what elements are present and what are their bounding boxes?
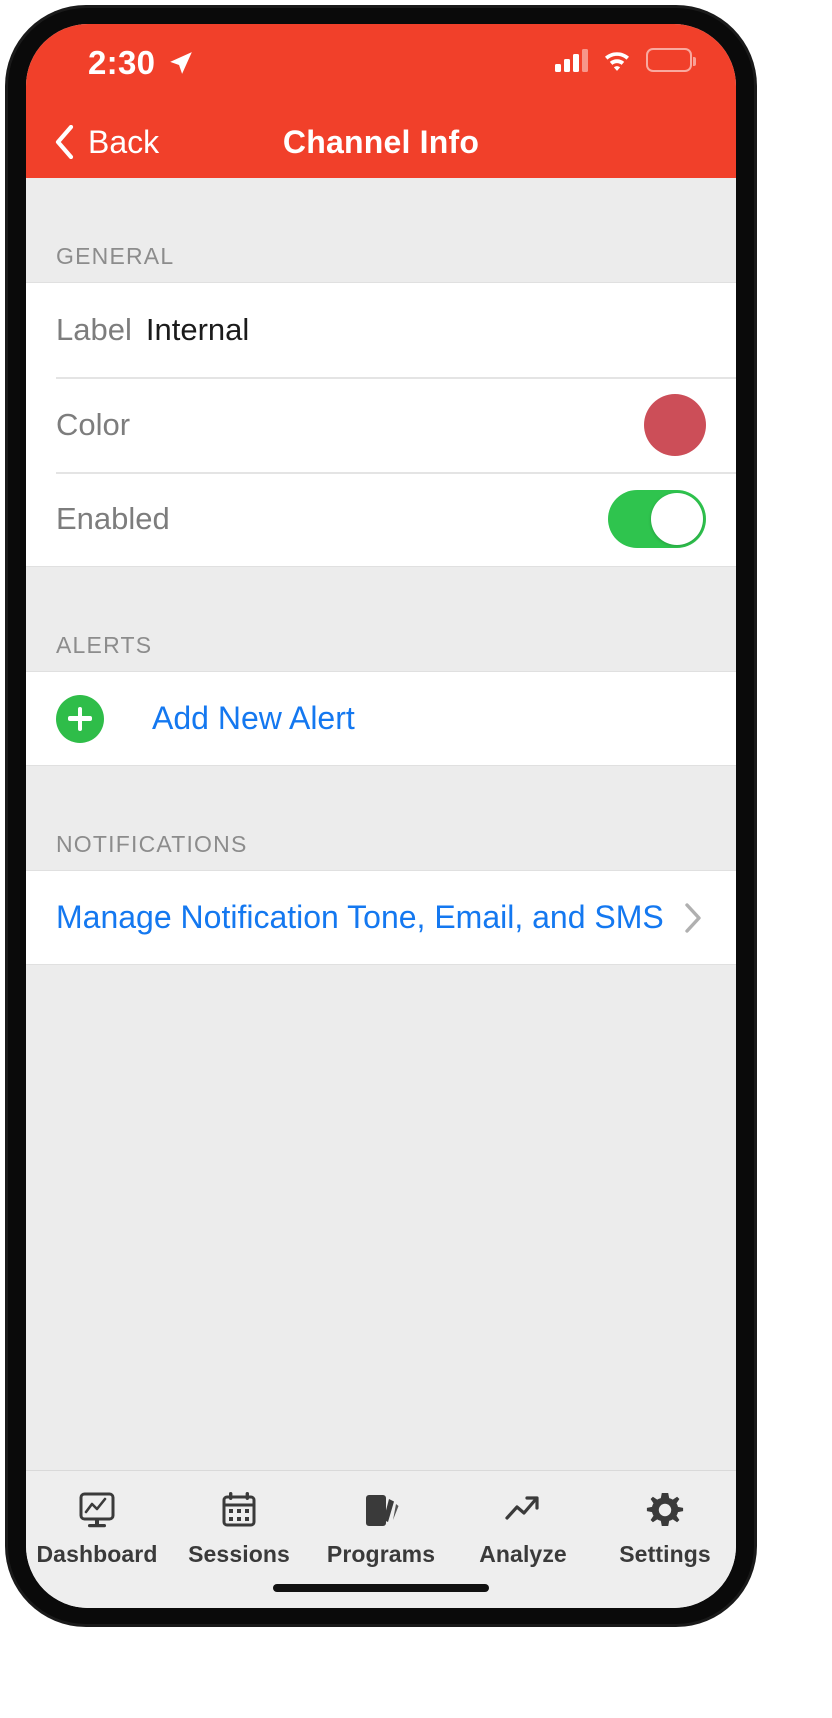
color-row[interactable]: Color bbox=[26, 377, 736, 472]
enabled-row[interactable]: Enabled bbox=[26, 472, 736, 567]
cellular-signal-icon bbox=[555, 48, 588, 72]
tab-analyze[interactable]: Analyze bbox=[452, 1487, 594, 1568]
enabled-toggle[interactable] bbox=[608, 490, 706, 548]
battery-icon bbox=[646, 48, 696, 72]
dashboard-monitor-icon bbox=[79, 1492, 115, 1528]
phone-screen: 2:30 Back Channel Info GENERAL Label Int… bbox=[26, 24, 736, 1608]
label-row-label: Label bbox=[56, 312, 132, 347]
tab-programs-label: Programs bbox=[326, 1541, 436, 1567]
tab-dashboard[interactable]: Dashboard bbox=[26, 1487, 168, 1568]
tab-programs[interactable]: Programs bbox=[310, 1487, 452, 1568]
add-new-alert-label: Add New Alert bbox=[152, 700, 355, 736]
tab-bar: Dashboard Sessions Programs Analyze Sett… bbox=[26, 1470, 736, 1608]
section-header-general: GENERAL bbox=[26, 178, 736, 282]
navigation-bar: Back Channel Info bbox=[26, 106, 736, 178]
home-indicator[interactable] bbox=[273, 1584, 489, 1592]
cards-stack-icon bbox=[366, 1495, 399, 1526]
status-bar: 2:30 bbox=[26, 24, 736, 106]
color-row-label: Color bbox=[56, 406, 131, 442]
tab-sessions-label: Sessions bbox=[188, 1541, 290, 1567]
label-row-value: Internal bbox=[145, 312, 250, 347]
trending-up-icon bbox=[505, 1496, 539, 1520]
tab-analyze-label: Analyze bbox=[479, 1541, 567, 1567]
section-header-notifications: NOTIFICATIONS bbox=[26, 766, 736, 870]
chevron-right-icon bbox=[685, 902, 701, 933]
tab-dashboard-label: Dashboard bbox=[36, 1541, 158, 1567]
toggle-knob bbox=[651, 493, 703, 545]
wifi-icon bbox=[605, 52, 629, 71]
tab-settings[interactable]: Settings bbox=[594, 1487, 736, 1568]
gear-icon bbox=[646, 1493, 684, 1526]
section-header-alerts: ALERTS bbox=[26, 567, 736, 671]
status-bar-indicators bbox=[555, 48, 696, 72]
settings-list: GENERAL Label Internal Color Enabled ALE… bbox=[26, 178, 736, 1470]
tab-sessions[interactable]: Sessions bbox=[168, 1487, 310, 1568]
enabled-row-label: Enabled bbox=[56, 501, 170, 536]
status-bar-time: 2:30 bbox=[88, 44, 156, 81]
manage-notifications-row[interactable]: Manage Notification Tone, Email, and SMS bbox=[26, 870, 736, 965]
tab-settings-label: Settings bbox=[619, 1541, 711, 1567]
label-row[interactable]: Label Internal bbox=[26, 282, 736, 377]
plus-circle-icon bbox=[56, 694, 104, 743]
add-new-alert-row[interactable]: Add New Alert bbox=[26, 671, 736, 766]
manage-notifications-label: Manage Notification Tone, Email, and SMS bbox=[56, 899, 664, 935]
page-title: Channel Info bbox=[282, 123, 480, 160]
location-arrow-icon bbox=[170, 52, 192, 74]
color-swatch[interactable] bbox=[644, 393, 706, 456]
calendar-icon bbox=[222, 1492, 256, 1527]
phone-frame: 2:30 Back Channel Info GENERAL Label Int… bbox=[8, 8, 754, 1624]
